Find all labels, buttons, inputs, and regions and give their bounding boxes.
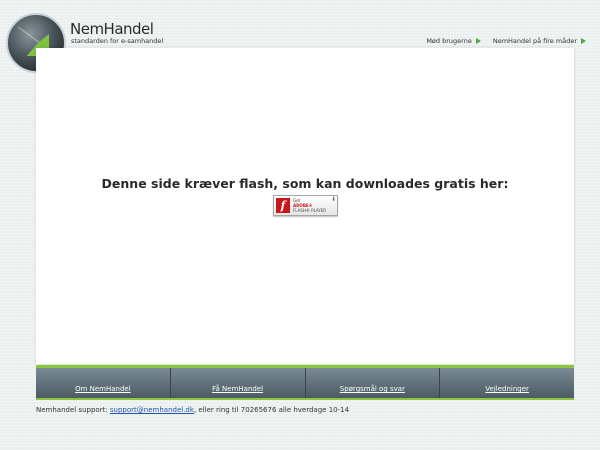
nav-link-moed-brugerne[interactable]: Mød brugerne — [426, 37, 481, 45]
get-flash-player-button[interactable]: f Get ADOBE® FLASH® PLAYER ⬇ — [273, 195, 338, 216]
footer-link-vejledninger[interactable]: Vejledninger — [440, 368, 574, 398]
download-arrow-icon: ⬇ — [330, 196, 336, 203]
nav-link-label: Mød brugerne — [426, 37, 472, 45]
footer-link-spoergsmaal[interactable]: Spørgsmål og svar — [306, 368, 441, 398]
support-suffix: , eller ring til 70265676 alle hverdage … — [193, 406, 350, 414]
brand-tagline: standarden for e-samhandel — [71, 37, 164, 45]
flash-required-message: Denne side kræver flash, som kan downloa… — [101, 176, 509, 191]
nav-link-fire-maader[interactable]: NemHandel på fire måder — [493, 37, 586, 45]
brand-name: NemHandel — [70, 20, 154, 38]
play-arrow-icon — [581, 38, 586, 44]
flash-f-icon: f — [276, 198, 290, 213]
support-text: Nemhandel support: support@nemhandel.dk,… — [36, 406, 349, 414]
support-prefix: Nemhandel support: — [36, 406, 110, 414]
footer-link-faa[interactable]: Få NemHandel — [171, 368, 306, 398]
top-nav: Mød brugerne NemHandel på fire måder — [426, 37, 586, 45]
nav-link-label: NemHandel på fire måder — [492, 37, 577, 45]
footer-link-om[interactable]: Om NemHandel — [36, 368, 171, 398]
content-panel: Denne side kræver flash, som kan downloa… — [36, 48, 574, 364]
flash-button-text: Get ADOBE® FLASH® PLAYER — [293, 198, 326, 213]
flash-button-line3: FLASH® PLAYER — [293, 208, 327, 213]
footer-nav: Om NemHandel Få NemHandel Spørgsmål og s… — [36, 365, 574, 400]
support-email-link[interactable]: support@nemhandel.dk — [110, 406, 194, 414]
play-arrow-icon — [475, 38, 481, 44]
